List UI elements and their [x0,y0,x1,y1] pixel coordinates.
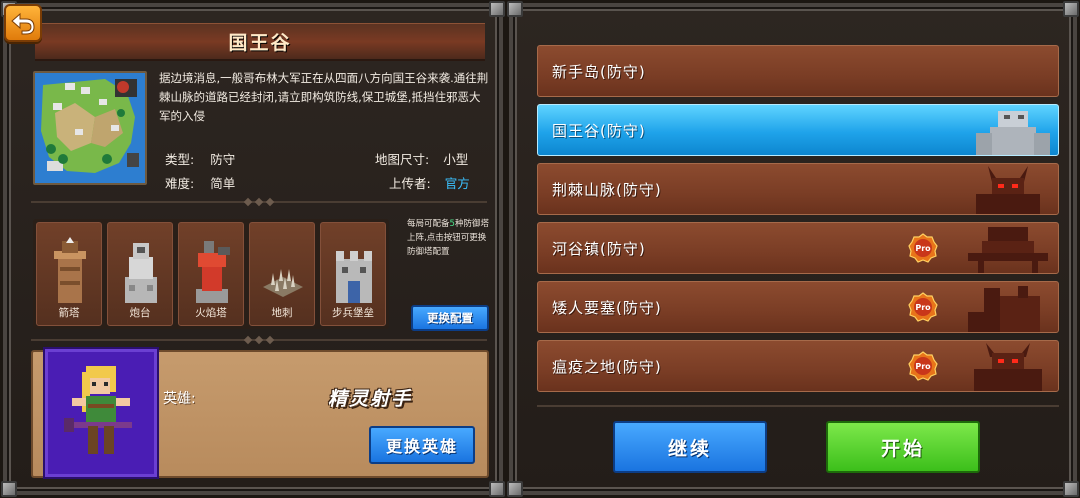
tower-slot-spikes[interactable]: 地刺 [249,222,315,326]
corner-rivet [1063,481,1079,497]
tower-slot-flame[interactable]: 火焰塔 [178,222,244,326]
level-title-bar: 国王谷 [35,23,485,61]
start-button[interactable]: 开始 [826,421,980,473]
mapsize-label: 地图尺寸: [375,152,430,167]
change-config-button[interactable]: 更换配置 [411,305,489,331]
level-item[interactable]: 瘟疫之地(防守) Pro [537,340,1059,392]
level-item[interactable]: 河谷镇(防守) Pro [537,222,1059,274]
stone-golem-icon [976,111,1050,155]
pro-badge-icon: Pro [908,292,938,322]
uploader-label: 上传者: [389,176,431,191]
tower-label: 地刺 [271,307,293,319]
corner-rivet [507,1,523,17]
corner-rivet [489,1,505,17]
section-divider [537,405,1059,407]
difficulty-value: 简单 [210,176,236,191]
type-value: 防守 [210,152,236,167]
svg-text:Pro: Pro [915,362,931,371]
svg-text:Pro: Pro [915,244,931,253]
tower-label: 步兵堡垒 [332,307,374,319]
level-item[interactable]: 荆棘山脉(防守) [537,163,1059,215]
uploader-value[interactable]: 官方 [445,173,470,192]
section-divider [31,335,487,345]
hero-section: 英雄: 精灵射手 更换英雄 [31,349,489,478]
change-hero-button[interactable]: 更换英雄 [369,426,475,464]
horned-demon-icon [976,166,1040,214]
level-list: 新手岛(防守) 国王谷(防守) 荆棘山脉(防守) 河谷镇(防守) Pro 矮人要… [537,45,1059,401]
return-arrow-icon [11,12,35,35]
pro-badge-icon: Pro [908,351,938,381]
hero-portrait[interactable] [45,349,157,477]
tower-loadout-note: 每局可配备5种防御塔上阵,点击按钮可更换防御塔配置 [407,219,489,257]
level-select-panel: 新手岛(防守) 国王谷(防守) 荆棘山脉(防守) 河谷镇(防守) Pro 矮人要… [507,1,1079,497]
cannon-tower-icon [125,243,157,303]
level-map-preview [33,71,147,185]
mapsize-row: 地图尺寸: 小型 [375,149,468,168]
level-name: 瘟疫之地(防守) [552,358,662,376]
level-name: 新手岛(防守) [552,63,646,81]
elf-archer-avatar [64,366,132,454]
corner-rivet [1,481,17,497]
pro-badge-icon: Pro [908,233,938,263]
flame-tower-icon [196,241,230,303]
tower-slot-cannon[interactable]: 炮台 [107,222,173,326]
difficulty-label: 难度: [165,176,195,191]
svg-text:Pro: Pro [915,303,931,312]
spike-trap-icon [263,269,303,297]
level-item-selected[interactable]: 国王谷(防守) [537,104,1059,156]
level-name: 河谷镇(防守) [552,240,646,258]
war-machine-icon [968,227,1048,273]
hero-label: 英雄: [163,391,196,407]
difficulty-row: 难度: 简单 [165,173,235,192]
corner-rivet [1063,1,1079,17]
tower-loadout: 箭塔 炮台 火焰塔 地刺 步兵堡垒 [33,219,389,329]
continue-button[interactable]: 继续 [613,421,767,473]
section-divider [31,197,487,207]
corner-rivet [507,481,523,497]
corner-rivet [489,481,505,497]
arrow-tower-icon [54,237,86,303]
uploader-row: 上传者: 官方 [389,173,470,192]
type-row: 类型: 防守 [165,149,235,168]
infantry-fort-icon [336,251,372,303]
level-detail-panel: 国王谷 据边境消息,一般哥布林大军正在从四面八方向国王谷来袭.通往荆棘山脉的道路… [1,1,505,497]
plague-demon-icon [974,343,1042,391]
tower-label: 炮台 [129,307,151,319]
tower-label: 火焰塔 [195,307,227,319]
dwarf-fortress-icon [968,286,1040,332]
tower-slot-fort[interactable]: 步兵堡垒 [320,222,386,326]
mapsize-value: 小型 [443,152,469,167]
back-button[interactable] [4,4,42,42]
tower-label: 箭塔 [58,307,80,319]
level-item[interactable]: 矮人要塞(防守) Pro [537,281,1059,333]
level-name: 荆棘山脉(防守) [552,181,662,199]
level-item[interactable]: 新手岛(防守) [537,45,1059,97]
level-title: 国王谷 [228,32,292,54]
level-description: 据边境消息,一般哥布林大军正在从四面八方向国王谷来袭.通往荆棘山脉的道路已经封闭… [159,71,489,123]
type-label: 类型: [165,152,195,167]
level-name: 国王谷(防守) [552,122,646,140]
tower-slot-arrow[interactable]: 箭塔 [36,222,102,326]
hero-name: 精灵射手 [328,388,413,410]
level-name: 矮人要塞(防守) [552,299,662,317]
